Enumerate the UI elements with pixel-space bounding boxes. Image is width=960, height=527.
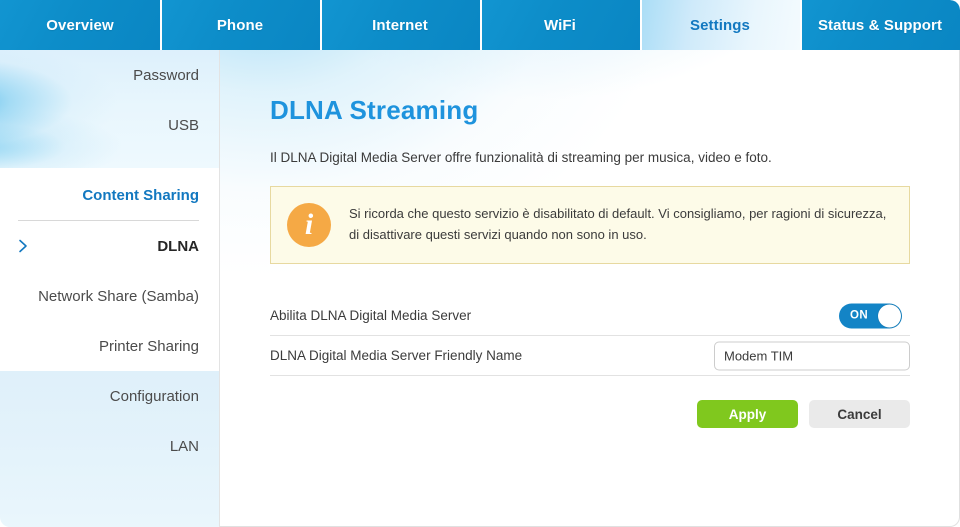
info-icon: i: [287, 203, 331, 247]
row-enable-dlna-label: Abilita DLNA Digital Media Server: [270, 308, 472, 323]
sidebar-item-configuration-label: Configuration: [109, 387, 199, 405]
tab-wifi[interactable]: WiFi: [480, 0, 640, 50]
sidebar-item-printer-sharing-label: Printer Sharing: [98, 337, 199, 355]
sidebar-heading-content-sharing-label: Content Sharing: [82, 186, 199, 204]
row-friendly-name: DLNA Digital Media Server Friendly Name: [270, 336, 910, 376]
cancel-button[interactable]: Cancel: [809, 400, 910, 428]
apply-button[interactable]: Apply: [697, 400, 798, 428]
tab-internet-label: Internet: [372, 16, 428, 34]
sidebar-item-configuration[interactable]: Configuration: [0, 371, 219, 421]
tab-status-support[interactable]: Status & Support: [800, 0, 960, 50]
sidebar: Password USB Content Sharing DLNA Networ…: [0, 50, 220, 527]
router-admin-page: Overview Phone Internet WiFi Settings St…: [0, 0, 960, 527]
page-description: Il DLNA Digital Media Server offre funzi…: [270, 149, 772, 165]
sidebar-item-usb[interactable]: USB: [0, 100, 219, 150]
sidebar-item-usb-label: USB: [168, 116, 199, 134]
action-button-bar: Apply Cancel: [270, 400, 910, 428]
toggle-knob: [878, 304, 901, 327]
sidebar-heading-content-sharing: Content Sharing: [0, 170, 219, 220]
tab-status-support-label: Status & Support: [817, 16, 943, 34]
tab-overview[interactable]: Overview: [0, 0, 160, 50]
sidebar-item-printer-sharing[interactable]: Printer Sharing: [0, 321, 219, 371]
sidebar-section-top: Password USB: [0, 50, 219, 168]
tab-settings[interactable]: Settings: [640, 0, 800, 50]
tab-overview-label: Overview: [46, 16, 114, 34]
chevron-right-icon: [16, 239, 30, 253]
tab-internet[interactable]: Internet: [320, 0, 480, 50]
page-title: DLNA Streaming: [270, 95, 479, 126]
sidebar-item-password-label: Password: [133, 66, 199, 84]
sidebar-item-dlna-label: DLNA: [157, 237, 199, 255]
sidebar-item-dlna[interactable]: DLNA: [0, 221, 219, 271]
sidebar-item-lan[interactable]: LAN: [0, 421, 219, 471]
sidebar-item-network-share-samba-label: Network Share (Samba): [38, 287, 199, 305]
info-notice-text: Si ricorda che questo servizio è disabil…: [349, 206, 887, 242]
sidebar-section-bottom: Configuration LAN: [0, 371, 219, 527]
sidebar-item-network-share-samba[interactable]: Network Share (Samba): [0, 271, 219, 321]
tab-phone[interactable]: Phone: [160, 0, 320, 50]
main-content: DLNA Streaming Il DLNA Digital Media Ser…: [220, 50, 960, 527]
main-navigation: Overview Phone Internet WiFi Settings St…: [0, 0, 960, 50]
dlna-enable-toggle-state: ON: [850, 309, 869, 322]
friendly-name-input[interactable]: [714, 341, 910, 370]
row-enable-dlna: Abilita DLNA Digital Media Server ON: [270, 296, 910, 336]
tab-phone-label: Phone: [216, 16, 264, 34]
dlna-enable-toggle[interactable]: ON: [839, 303, 902, 328]
info-notice: i Si ricorda che questo servizio è disab…: [270, 186, 910, 264]
tab-wifi-label: WiFi: [544, 16, 576, 34]
sidebar-section-content-sharing: Content Sharing DLNA Network Share (Samb…: [0, 168, 219, 371]
tab-settings-label: Settings: [690, 16, 750, 34]
sidebar-item-password[interactable]: Password: [0, 50, 219, 100]
sidebar-item-lan-label: LAN: [169, 437, 199, 455]
